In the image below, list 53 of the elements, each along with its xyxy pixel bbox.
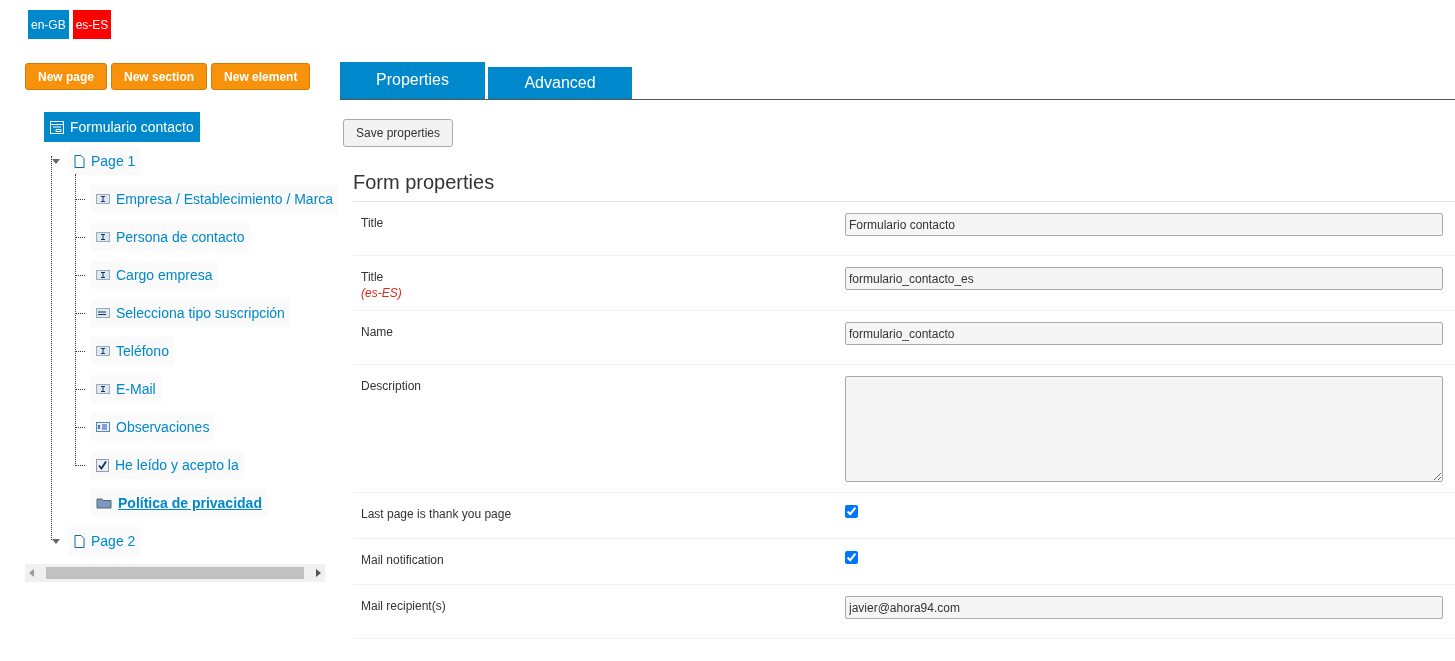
- folder-icon: [96, 497, 112, 509]
- tree-page-item[interactable]: Page 2: [69, 527, 141, 555]
- page-icon: [74, 534, 85, 548]
- checkbox-icon: [96, 458, 109, 472]
- toolbar-button[interactable]: New section: [111, 63, 208, 90]
- text-field-icon: [96, 346, 110, 356]
- section-heading: Form properties: [353, 171, 1455, 202]
- language-note: (es-ES): [361, 286, 402, 300]
- tab[interactable]: Properties: [340, 62, 485, 99]
- field-label: Mail notification: [361, 553, 444, 567]
- tree-element-item[interactable]: Empresa / Establecimiento / Marca: [91, 185, 339, 213]
- text-field-icon: [96, 270, 110, 280]
- field-label: Last page is thank you page: [361, 507, 512, 521]
- tree-element-item[interactable]: Selecciona tipo suscripción: [91, 299, 290, 327]
- tree-element-item[interactable]: He leído y acepto la: [91, 451, 244, 479]
- tree-element-item[interactable]: E-Mail: [91, 375, 161, 403]
- text-input[interactable]: formulario_contacto_es: [845, 267, 1443, 290]
- tree-element-item[interactable]: Observaciones: [91, 413, 215, 441]
- form-icon: [50, 120, 64, 134]
- save-properties-button[interactable]: Save properties: [343, 119, 454, 147]
- field-label: Mail recipient(s): [361, 599, 446, 613]
- scroll-right-icon[interactable]: [316, 569, 321, 577]
- scroll-left-icon[interactable]: [29, 569, 34, 577]
- field-label: Name: [361, 325, 393, 339]
- tree-element-item[interactable]: Persona de contacto: [91, 223, 250, 251]
- tree-root-item[interactable]: Formulario contacto: [44, 112, 200, 142]
- text-input[interactable]: javier@ahora94.com: [845, 596, 1443, 619]
- text-field-icon: [96, 384, 110, 394]
- tab[interactable]: Advanced: [488, 67, 632, 99]
- list-field-icon: [96, 308, 110, 318]
- field-label: Title: [361, 270, 384, 284]
- page-icon: [74, 154, 85, 168]
- field-label: Description: [361, 379, 422, 393]
- language-tag[interactable]: es-ES: [72, 10, 112, 39]
- tree-element-item[interactable]: Política de privacidad: [91, 489, 267, 517]
- language-tag[interactable]: en-GB: [28, 10, 69, 39]
- textarea-field-icon: [96, 422, 110, 432]
- text-field-icon: [96, 232, 110, 242]
- text-field-icon: [96, 194, 110, 204]
- caret-down-icon[interactable]: [51, 156, 61, 166]
- horizontal-scrollbar[interactable]: [25, 564, 325, 582]
- tree-element-item[interactable]: Cargo empresa: [91, 261, 218, 289]
- checkbox[interactable]: [845, 505, 858, 518]
- tree-page-item[interactable]: Page 1: [69, 147, 141, 175]
- tree-element-item[interactable]: Teléfono: [91, 337, 174, 365]
- checkbox[interactable]: [845, 551, 858, 564]
- text-input[interactable]: formulario_contacto: [845, 322, 1443, 345]
- toolbar-button[interactable]: New element: [211, 63, 311, 90]
- field-label: Title: [361, 216, 384, 230]
- caret-down-icon[interactable]: [51, 536, 61, 546]
- toolbar-button[interactable]: New page: [25, 63, 107, 90]
- textarea-field[interactable]: [845, 376, 1443, 482]
- text-input[interactable]: Formulario contacto: [845, 213, 1443, 236]
